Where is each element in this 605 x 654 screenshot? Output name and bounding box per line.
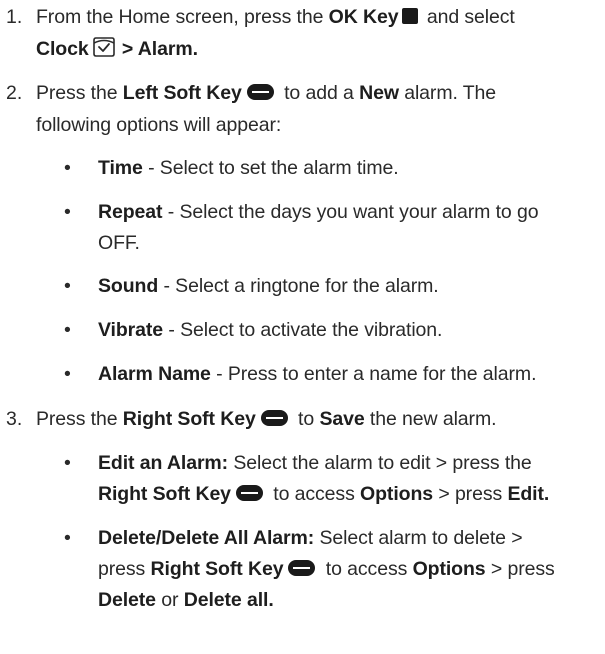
- alarm-instructions: 1. From the Home screen, press the OK Ke…: [0, 0, 605, 654]
- bullet: •: [64, 275, 71, 297]
- step-1-line-1: From the Home screen, press the OK Key a…: [36, 6, 515, 28]
- bullet: •: [64, 201, 71, 223]
- bullet: •: [64, 527, 71, 549]
- edit-alarm-line-1: Edit an Alarm: Select the alarm to edit …: [98, 452, 532, 474]
- soft-key-icon: [260, 409, 288, 426]
- save-label: Save: [319, 408, 365, 430]
- new-label: New: [359, 82, 399, 104]
- soft-key-icon: [235, 484, 263, 501]
- delete-alarm-line-2: press Right Soft Key to access Options >…: [98, 558, 555, 580]
- soft-key-icon: [246, 83, 274, 100]
- step-1-line-2: Clock > Alarm.: [36, 36, 198, 62]
- ok-key-icon: [401, 7, 418, 24]
- alarm-path-label: > Alarm.: [116, 38, 198, 60]
- step-1-number: 1.: [6, 6, 23, 28]
- option-vibrate: Vibrate - Select to activate the vibrati…: [98, 319, 443, 341]
- bullet: •: [64, 363, 71, 385]
- option-time: Time - Select to set the alarm time.: [98, 157, 399, 179]
- step-3-number: 3.: [6, 408, 23, 430]
- delete-alarm-line-3: Delete or Delete all.: [98, 589, 274, 611]
- ok-key-label: OK Key: [328, 6, 399, 28]
- edit-alarm-line-2: Right Soft Key to access Options > press…: [98, 483, 550, 505]
- step-3-line-1: Press the Right Soft Key to Save the new…: [36, 408, 497, 430]
- clock-icon: [92, 37, 115, 57]
- bullet: •: [64, 319, 71, 341]
- left-soft-key-label: Left Soft Key: [122, 82, 242, 104]
- right-soft-key-label: Right Soft Key: [122, 408, 256, 430]
- soft-key-icon: [288, 559, 316, 576]
- bullet: •: [64, 452, 71, 474]
- clock-label: Clock: [36, 38, 89, 60]
- option-sound: Sound - Select a ringtone for the alarm.: [98, 275, 439, 297]
- step-2-line-2: following options will appear:: [36, 114, 282, 136]
- step-2-line-1: Press the Left Soft Key to add a New ala…: [36, 82, 497, 104]
- step-2-number: 2.: [6, 82, 23, 104]
- option-repeat-continued: OFF.: [98, 232, 140, 254]
- bullet: •: [64, 157, 71, 179]
- delete-alarm-line-1: Delete/Delete All Alarm: Select alarm to…: [98, 527, 523, 549]
- option-alarm-name: Alarm Name - Press to enter a name for t…: [98, 363, 537, 385]
- option-repeat: Repeat - Select the days you want your a…: [98, 201, 539, 223]
